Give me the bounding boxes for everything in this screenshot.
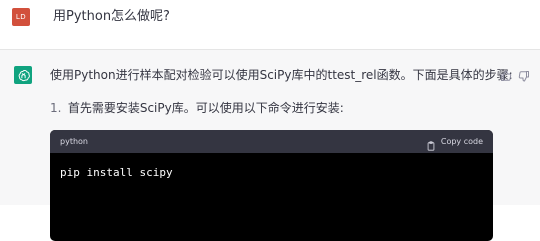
assistant-message-row: 使用Python进行样本配对检验可以使用SciPy库中的ttest_rel函数。… xyxy=(0,50,540,241)
copy-code-label: Copy code xyxy=(440,137,483,146)
thumbs-up-icon[interactable] xyxy=(500,67,514,81)
code-language-label: python xyxy=(60,137,88,146)
thumbs-down-icon[interactable] xyxy=(518,67,532,82)
code-block: python Copy code pip install scipy xyxy=(50,130,493,241)
user-avatar: LD xyxy=(12,8,30,26)
user-message-row: LD 用Python怎么做呢? xyxy=(0,0,540,50)
copy-code-button[interactable]: Copy code xyxy=(426,130,483,153)
code-content: pip install scipy xyxy=(60,166,173,179)
list-item: 1. 首先需要安装SciPy库。可以使用以下命令进行安装: xyxy=(50,100,344,116)
clipboard-icon xyxy=(426,137,436,151)
code-block-header: python Copy code xyxy=(50,130,493,153)
list-item-number: 1. xyxy=(50,101,62,115)
list-item-text: 首先需要安装SciPy库。可以使用以下命令进行安装: xyxy=(67,101,344,115)
user-message-text: 用Python怎么做呢? xyxy=(53,9,170,24)
assistant-intro-text: 使用Python进行样本配对检验可以使用SciPy库中的ttest_rel函数。… xyxy=(50,68,513,82)
chatgpt-logo-icon xyxy=(14,66,32,84)
